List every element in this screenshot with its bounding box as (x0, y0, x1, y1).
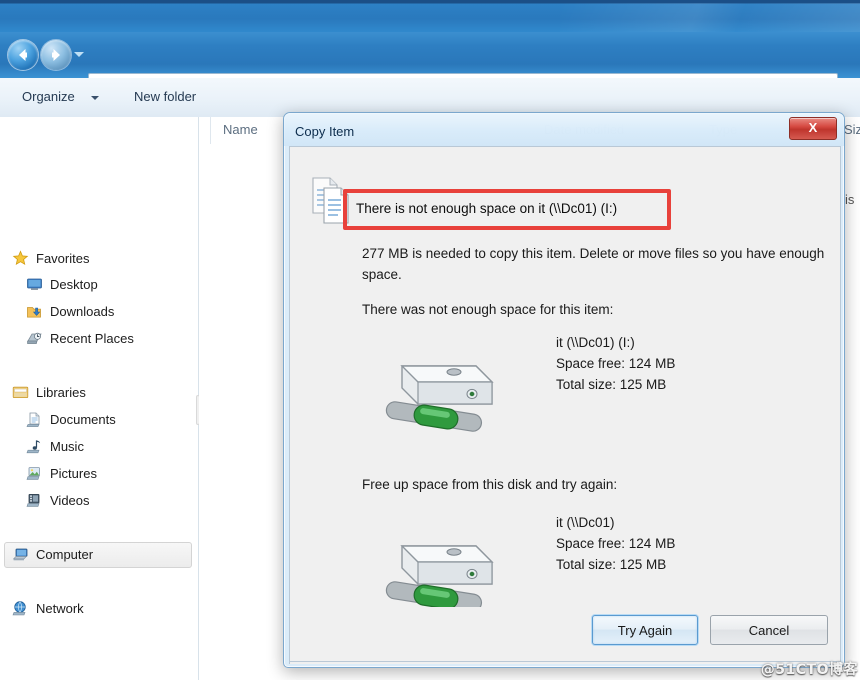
videos-icon (26, 493, 40, 507)
pictures-icon (26, 466, 40, 480)
titlebar-sheen (560, 3, 860, 32)
dialog-paragraph-item-label: There was not enough space for this item… (362, 302, 614, 317)
sidebar-item-recent-places[interactable]: Recent Places (26, 327, 134, 349)
sidebar-item-desktop[interactable]: Desktop (26, 273, 98, 295)
drive-name: it (\\Dc01) (I:) (556, 335, 635, 350)
new-folder-button[interactable]: New folder (134, 89, 196, 104)
close-icon[interactable]: X (789, 117, 837, 140)
drive-name: it (\\Dc01) (556, 515, 615, 530)
sidebar-item-libraries[interactable]: Libraries (12, 381, 86, 403)
arrow-right-icon (52, 49, 60, 61)
navigation-bar: Computer it (\\Dc01) (I:) (0, 32, 860, 99)
computer-icon (12, 548, 28, 560)
music-icon (26, 439, 41, 453)
back-button[interactable] (8, 40, 38, 70)
dialog-footer: Try Again Cancel (289, 607, 841, 662)
recent-places-icon (27, 332, 42, 344)
close-button-label: X (808, 120, 818, 135)
drive-details: it (\\Dc01) (I:) Space free: 124 MB Tota… (556, 332, 675, 395)
documents-stack-icon (312, 177, 349, 224)
obscured-list-text: is (845, 192, 855, 207)
network-drive-icon (385, 365, 494, 432)
drive-total-size: Total size: 125 MB (556, 377, 667, 392)
screen-root: Computer it (\\Dc01) (I:) Organize New f… (0, 0, 860, 680)
sidebar-item-network[interactable]: Network (12, 597, 84, 619)
error-headline: There is not enough space on it (\\Dc01)… (356, 201, 618, 216)
window-titlebar (0, 0, 860, 33)
arrow-left-icon (19, 49, 27, 61)
star-icon (12, 249, 29, 265)
navigation-sidebar: Favorites Desktop Downloads Recent Place… (0, 117, 199, 680)
drive-space-free: Space free: 124 MB (556, 356, 676, 371)
desktop-icon (27, 278, 42, 290)
sidebar-item-favorites[interactable]: Favorites (12, 247, 89, 269)
organize-button[interactable]: Organize (22, 89, 75, 104)
chevron-down-icon[interactable] (74, 52, 84, 57)
sidebar-item-computer[interactable]: Computer (12, 543, 93, 565)
sidebar-item-label: Libraries (36, 384, 86, 400)
watermark: @51CTO博客 (760, 662, 858, 678)
sidebar-item-music[interactable]: Music (26, 435, 84, 457)
dialog-body: There is not enough space on it (\\Dc01)… (289, 146, 841, 664)
libraries-icon (12, 386, 29, 398)
column-header-size[interactable]: Size (844, 117, 860, 143)
column-header-name[interactable]: Name (223, 117, 258, 143)
drive-total-size: Total size: 125 MB (556, 557, 667, 572)
sidebar-item-label: Videos (50, 492, 90, 508)
sidebar-item-label: Network (36, 600, 84, 616)
sidebar-item-label: Recent Places (50, 330, 134, 346)
sidebar-item-label: Documents (50, 411, 116, 427)
sidebar-item-label: Downloads (50, 303, 115, 319)
copy-item-dialog: Copy Item X There is not enough space on… (283, 112, 845, 668)
downloads-icon (27, 306, 41, 317)
network-icon (12, 600, 26, 615)
caret-down-icon[interactable] (91, 96, 99, 100)
sidebar-item-label: Computer (36, 546, 94, 562)
forward-button[interactable] (41, 40, 71, 70)
dialog-paragraph-needed-space: 277 MB is needed to copy this item. Dele… (362, 246, 825, 282)
column-divider (210, 117, 211, 144)
sidebar-item-videos[interactable]: Videos (26, 489, 90, 511)
sidebar-item-label: Desktop (50, 276, 98, 292)
dialog-paragraph-free-up-space: Free up space from this disk and try aga… (362, 477, 618, 492)
sidebar-item-label: Music (50, 438, 84, 454)
sidebar-item-label: Pictures (50, 465, 97, 481)
sidebar-item-label: Favorites (36, 250, 90, 266)
drive-space-free: Space free: 124 MB (556, 536, 676, 551)
cancel-button[interactable]: Cancel (710, 615, 828, 645)
documents-icon (26, 412, 40, 427)
dialog-titlebar (284, 113, 844, 146)
sidebar-item-documents[interactable]: Documents (26, 408, 116, 430)
sidebar-item-downloads[interactable]: Downloads (26, 300, 114, 322)
sidebar-item-pictures[interactable]: Pictures (26, 462, 97, 484)
try-again-button[interactable]: Try Again (592, 615, 698, 645)
dialog-title: Copy Item (295, 124, 355, 139)
drive-details: it (\\Dc01) Space free: 124 MB Total siz… (556, 512, 675, 575)
